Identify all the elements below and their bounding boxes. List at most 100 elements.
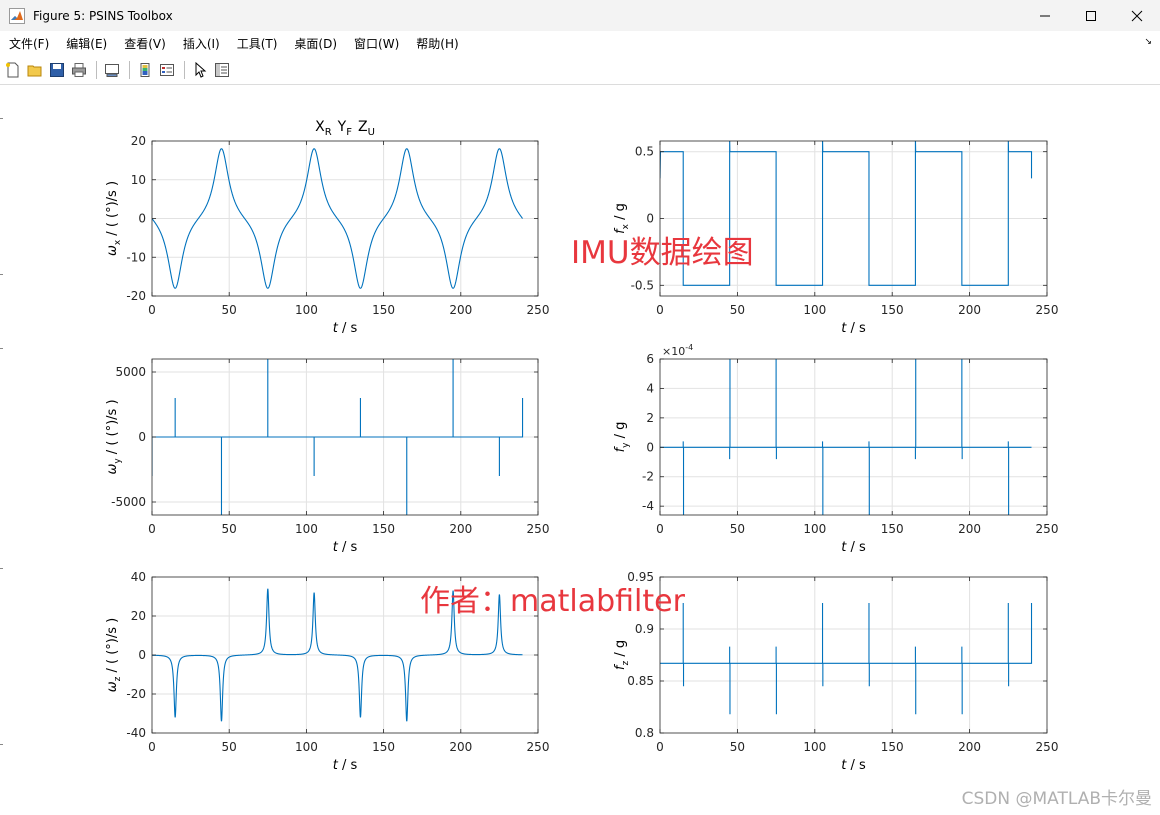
x-tick-label: 250 (1036, 740, 1059, 754)
subplot-grid: 0 50 100 150 200 250-20-1001020t / sωx / ( (°… (105, 119, 1059, 773)
subplot-fy: 0 50 100 150 200 250-4-20246t / sfy / g×10-4 (613, 343, 1058, 555)
y-axis-label-unit: / ( (°)/s ) (105, 399, 120, 458)
y-tick-label: 0.8 (635, 726, 654, 740)
x-axis-label: t / s (333, 758, 358, 773)
x-tick-label: 100 (295, 740, 318, 754)
y-tick-label: -10 (126, 250, 146, 264)
chart-title-part: Z (358, 119, 368, 135)
watermark-imu: IMU数据绘图 (571, 235, 754, 271)
plot-area (660, 577, 1047, 733)
y-exponent-power: -4 (685, 343, 693, 352)
x-tick-label: 150 (881, 303, 904, 317)
y-axis-label-unit: / g (613, 203, 628, 224)
x-tick-label: 100 (295, 522, 318, 536)
x-tick-label: 150 (881, 522, 904, 536)
x-tick-label: 100 (295, 303, 318, 317)
y-tick-label: 0.85 (627, 674, 654, 688)
y-tick-label: 20 (131, 134, 146, 148)
y-axis-label: fz / g (613, 640, 631, 670)
chart-title-part: X (315, 119, 325, 135)
x-tick-label: 250 (1036, 522, 1059, 536)
y-tick-label: -40 (126, 726, 146, 740)
x-axis-label: t / s (841, 540, 866, 555)
y-axis-label-unit: / ( (°)/s ) (105, 181, 120, 240)
x-tick-label: 0 (148, 303, 156, 317)
x-tick-label: 150 (372, 303, 395, 317)
x-tick-label: 150 (372, 522, 395, 536)
y-axis-label: ωz / ( (°)/s ) (105, 618, 123, 692)
y-tick-label: -20 (126, 289, 146, 303)
x-tick-label: 100 (803, 522, 826, 536)
x-tick-label: 0 (656, 303, 664, 317)
plot-area (660, 359, 1047, 515)
x-axis-label-unit: / s (338, 321, 358, 336)
y-axis-label-symbol: ω (105, 245, 120, 256)
x-axis-label-unit: / s (846, 758, 866, 773)
subplot-wx: 0 50 100 150 200 250 -20 -10 0 10 20 t / s ωx / ( (°… (105, 119, 549, 336)
y-axis-label-unit: / g (613, 422, 628, 443)
y-tick-label: 10 (131, 173, 146, 187)
x-tick-label: 50 (730, 303, 745, 317)
y-tick-label: 0 (646, 440, 654, 454)
y-tick-label: 20 (131, 609, 146, 623)
x-tick-label: 250 (1036, 303, 1059, 317)
x-tick-label: 100 (803, 740, 826, 754)
y-tick-label: 0 (646, 212, 654, 226)
y-tick-label: 6 (646, 352, 654, 366)
x-tick-label: 200 (958, 303, 981, 317)
x-tick-label: 250 (527, 740, 550, 754)
subplot-wy: 0 50 100 150 200 250-500005000t / sωy / ( (°)… (105, 358, 550, 555)
x-axis-label-unit: / s (338, 540, 358, 555)
x-tick-label: 200 (449, 740, 472, 754)
x-tick-label: 100 (803, 303, 826, 317)
y-tick-label: 0 (138, 648, 146, 662)
x-axis-label-unit: / s (338, 758, 358, 773)
y-tick-label: 4 (646, 381, 654, 395)
x-tick-label: 200 (449, 303, 472, 317)
chart-title: XR YF ZU (315, 119, 375, 138)
watermark-csdn: CSDN @MATLAB卡尔曼 (961, 789, 1152, 809)
x-tick-label: 200 (958, 522, 981, 536)
x-tick-label: 50 (730, 740, 745, 754)
watermark-author: 作者：matlabfilter (420, 584, 685, 619)
x-tick-label: 0 (148, 522, 156, 536)
chart-title-part: Y (337, 119, 347, 135)
y-tick-label: -20 (126, 687, 146, 701)
y-axis-label-symbol: ω (105, 464, 120, 475)
x-tick-label: 50 (730, 522, 745, 536)
x-tick-label: 0 (656, 522, 664, 536)
x-tick-label: 150 (372, 740, 395, 754)
x-tick-label: 0 (656, 740, 664, 754)
x-axis-label: t / s (841, 321, 866, 336)
x-axis-label: t / s (333, 321, 358, 336)
y-tick-label: 40 (131, 570, 146, 584)
x-tick-label: 150 (881, 740, 904, 754)
x-tick-label: 250 (527, 303, 550, 317)
y-tick-label: 0.9 (635, 622, 654, 636)
chart-title-subscript: U (368, 127, 375, 138)
y-tick-label: 0 (138, 430, 146, 444)
y-tick-label: 0.5 (635, 145, 654, 159)
y-axis-label: fy / g (613, 422, 631, 453)
y-tick-label: 2 (646, 411, 654, 425)
y-tick-label: 0 (138, 212, 146, 226)
x-axis-label: t / s (333, 540, 358, 555)
y-tick-label: -4 (642, 499, 654, 513)
x-axis-label: t / s (841, 758, 866, 773)
x-tick-label: 50 (222, 522, 237, 536)
y-tick-label: -2 (642, 470, 654, 484)
y-tick-label: 5000 (115, 365, 146, 379)
chart-title-subscript: R (325, 127, 332, 138)
y-axis-label-unit: / g (613, 640, 628, 661)
x-tick-label: 0 (148, 740, 156, 754)
x-tick-label: 200 (449, 522, 472, 536)
y-exponent-label: ×10-4 (662, 343, 693, 358)
x-axis-label-unit: / s (846, 321, 866, 336)
y-axis-label: ωx / ( (°)/s ) (105, 181, 123, 256)
y-exponent-base: ×10 (662, 345, 685, 358)
chart-title-subscript: F (346, 127, 352, 138)
y-axis-label-symbol: ω (105, 681, 120, 692)
x-tick-label: 250 (527, 522, 550, 536)
y-tick-label: -0.5 (631, 278, 654, 292)
y-tick-label: -5000 (111, 495, 146, 509)
